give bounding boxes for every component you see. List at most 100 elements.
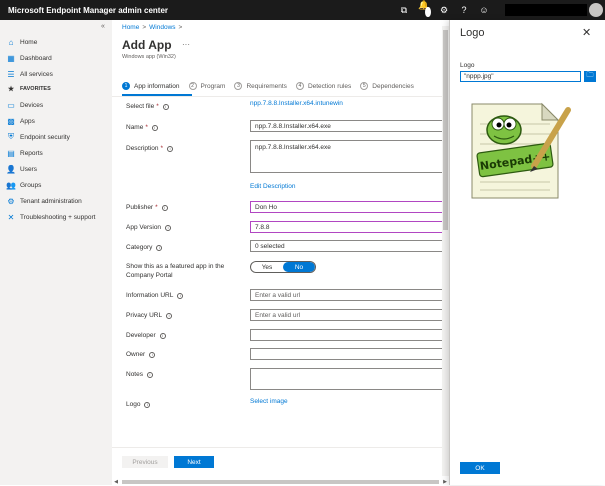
next-button[interactable]: Next xyxy=(174,456,214,468)
devices-icon: ▭ xyxy=(7,100,15,110)
description-textarea[interactable]: npp.7.8.8.Installer.x64.exe xyxy=(250,140,448,173)
info-icon[interactable]: i xyxy=(161,204,168,211)
name-label: Name * i xyxy=(126,124,158,131)
toggle-no[interactable]: No xyxy=(283,262,315,272)
panel-title: Logo xyxy=(460,27,485,39)
sidebar-item-reports[interactable]: ▤ Reports xyxy=(0,146,112,160)
info-icon[interactable]: i xyxy=(162,103,169,110)
info-icon[interactable]: i xyxy=(166,312,173,319)
sidebar-item-all-services[interactable]: ☰ All services xyxy=(0,67,112,81)
required-marker: * xyxy=(160,145,164,152)
app-version-input[interactable]: 7.8.8 xyxy=(250,221,448,233)
logo-label: Logo i xyxy=(126,401,151,408)
developer-input[interactable] xyxy=(250,329,448,341)
topbar-icons: ⧉ 🔔1 ⚙ ? ☺ xyxy=(398,0,490,20)
tenant-icon: ⚙ xyxy=(7,196,15,206)
sidebar-item-users[interactable]: 👤 Users xyxy=(0,162,112,176)
sidebar-item-troubleshooting[interactable]: ✕ Troubleshooting + support xyxy=(0,210,112,224)
sidebar-item-home[interactable]: ⌂ Home xyxy=(0,35,112,49)
help-icon[interactable]: ? xyxy=(458,5,470,15)
notification-badge: 1 xyxy=(425,6,431,17)
notes-label: Notes i xyxy=(126,371,153,378)
notifications-icon[interactable]: 🔔1 xyxy=(418,0,431,21)
featured-app-toggle[interactable]: Yes No xyxy=(250,261,316,273)
edit-description-link[interactable]: Edit Description xyxy=(250,183,296,190)
divider xyxy=(112,96,449,97)
required-marker: * xyxy=(156,103,159,110)
category-label: Category i xyxy=(126,244,163,251)
collapse-sidebar-icon[interactable]: « xyxy=(101,23,105,30)
info-icon[interactable]: i xyxy=(144,401,151,408)
info-icon[interactable]: i xyxy=(167,145,174,152)
browse-folder-icon[interactable]: 🗀 xyxy=(584,71,596,82)
select-file-label: Select file * i xyxy=(126,103,169,110)
scroll-right-icon[interactable]: ▶ xyxy=(441,479,449,485)
scrollbar-thumb[interactable] xyxy=(122,480,439,484)
info-icon[interactable]: i xyxy=(149,351,156,358)
breadcrumb-home[interactable]: Home xyxy=(122,24,139,31)
sidebar-item-endpoint-security[interactable]: ⛨ Endpoint security xyxy=(0,130,112,144)
vertical-scrollbar[interactable] xyxy=(442,26,449,476)
select-file-link[interactable]: npp.7.8.8.Installer.x64.intunewin xyxy=(250,100,343,107)
feedback-portal-icon[interactable]: ⧉ xyxy=(398,5,410,16)
step-requirements[interactable]: 3 Requirements xyxy=(234,82,287,90)
info-icon[interactable]: i xyxy=(159,332,166,339)
logo-file-input[interactable]: "nppp.jpg" xyxy=(460,71,581,82)
step-dependencies[interactable]: 5 Dependencies xyxy=(360,82,414,90)
breadcrumb-windows[interactable]: Windows xyxy=(149,24,175,31)
breadcrumb-separator: > xyxy=(142,24,147,31)
info-icon[interactable]: i xyxy=(165,224,172,231)
step-program[interactable]: 2 Program xyxy=(188,82,225,90)
app-title: Microsoft Endpoint Manager admin center xyxy=(8,5,169,15)
logo-field-label: Logo xyxy=(460,62,475,69)
sidebar-item-tenant-administration[interactable]: ⚙ Tenant administration xyxy=(0,194,112,208)
sidebar-item-groups[interactable]: 👥 Groups xyxy=(0,178,112,192)
logo-panel: Logo ✕ Logo "nppp.jpg" 🗀 Notepad++ OK xyxy=(449,20,605,485)
feedback-smiley-icon[interactable]: ☺ xyxy=(478,5,490,15)
main-content: Home > Windows > Add App ··· Windows app (W… xyxy=(112,20,449,485)
breadcrumb-separator: > xyxy=(178,24,183,31)
toggle-yes[interactable]: Yes xyxy=(251,262,283,272)
reports-icon: ▤ xyxy=(7,148,15,158)
ok-button[interactable]: OK xyxy=(460,462,500,474)
info-icon[interactable]: i xyxy=(151,124,158,131)
home-icon: ⌂ xyxy=(8,37,14,47)
privacy-url-input[interactable]: Enter a valid url xyxy=(250,309,448,321)
apps-icon: ▩ xyxy=(7,116,15,126)
info-icon[interactable]: i xyxy=(146,371,153,378)
top-bar: Microsoft Endpoint Manager admin center … xyxy=(0,0,605,20)
owner-input[interactable] xyxy=(250,348,448,360)
scroll-left-icon[interactable]: ◀ xyxy=(112,479,120,485)
more-options-icon[interactable]: ··· xyxy=(182,40,190,49)
sidebar: « ⌂ Home ▦ Dashboard ☰ All services ★ FAVORI… xyxy=(0,20,112,485)
information-url-input[interactable]: Enter a valid url xyxy=(250,289,448,301)
sidebar-item-dashboard[interactable]: ▦ Dashboard xyxy=(0,51,112,65)
sidebar-item-devices[interactable]: ▭ Devices xyxy=(0,98,112,112)
sidebar-item-apps[interactable]: ▩ Apps xyxy=(0,114,112,128)
owner-label: Owner i xyxy=(126,351,156,358)
account-info-redacted[interactable] xyxy=(505,4,587,16)
category-dropdown[interactable]: 0 selected xyxy=(250,240,448,252)
close-icon[interactable]: ✕ xyxy=(582,26,591,39)
sidebar-favorites-header[interactable]: ★ FAVORITES xyxy=(0,82,112,96)
dashboard-icon: ▦ xyxy=(7,53,15,63)
info-icon[interactable]: i xyxy=(177,292,184,299)
all-services-icon: ☰ xyxy=(7,69,15,79)
select-image-link[interactable]: Select image xyxy=(250,398,288,405)
name-input[interactable]: npp.7.8.8.Installer.x64.exe xyxy=(250,120,448,132)
step-app-information[interactable]: 1 App information xyxy=(122,82,180,90)
notes-textarea[interactable] xyxy=(250,368,448,390)
info-icon[interactable]: i xyxy=(156,244,163,251)
scrollbar-thumb[interactable] xyxy=(443,30,448,230)
settings-gear-icon[interactable]: ⚙ xyxy=(438,5,450,16)
avatar[interactable] xyxy=(589,3,603,17)
description-label: Description * i xyxy=(126,145,174,152)
user-icon: 👤 xyxy=(6,164,16,174)
step-detection-rules[interactable]: 4 Detection rules xyxy=(295,82,351,90)
previous-button[interactable]: Previous xyxy=(122,456,168,468)
featured-app-label: Show this as a featured app in the Compa… xyxy=(126,263,225,279)
page-subtitle: Windows app (Win32) xyxy=(122,54,176,60)
notepad-plus-plus-logo-image: Notepad++ xyxy=(471,102,571,199)
publisher-input[interactable]: Don Ho xyxy=(250,201,448,213)
developer-label: Developer i xyxy=(126,332,166,339)
